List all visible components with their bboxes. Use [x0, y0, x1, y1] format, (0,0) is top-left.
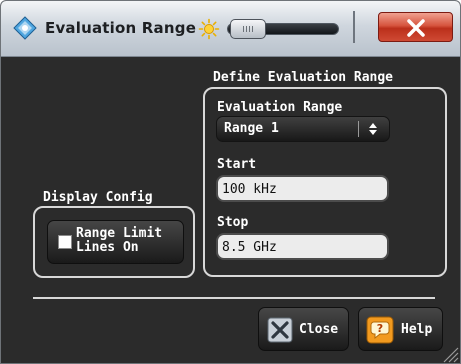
resize-grip-icon[interactable] [441, 345, 459, 363]
define-evaluation-range-title: Define Evaluation Range [211, 70, 396, 86]
stop-label: Stop [217, 215, 249, 230]
stop-field[interactable] [216, 233, 389, 260]
select-separator [358, 121, 359, 137]
evaluation-range-select[interactable]: Range 1 [216, 116, 390, 142]
slider-thumb[interactable] [230, 19, 266, 39]
title-separator [353, 11, 355, 43]
close-button-label: Close [299, 322, 339, 337]
close-x-icon [267, 317, 293, 343]
sun-icon[interactable] [198, 18, 220, 40]
stop-input[interactable] [222, 237, 382, 257]
window-close-button[interactable] [378, 12, 453, 42]
transparency-slider[interactable] [227, 19, 339, 39]
display-config-title: Display Config [41, 190, 155, 206]
help-button-label: Help [401, 322, 433, 337]
up-down-arrows-icon[interactable] [365, 121, 381, 137]
start-label: Start [217, 157, 257, 172]
title-bar[interactable]: Evaluation Range [1, 1, 460, 57]
diamond-app-icon [13, 16, 37, 40]
checkbox-box[interactable] [58, 235, 72, 249]
evaluation-range-dialog: Evaluation Range Define Evaluation Range… [0, 0, 461, 364]
svg-text:?: ? [377, 322, 383, 335]
help-question-icon: ? [366, 316, 394, 344]
range-limit-lines-checkbox[interactable]: Range Limit Lines On [47, 220, 184, 264]
start-field[interactable] [216, 175, 389, 202]
range-limit-lines-label: Range Limit Lines On [76, 226, 163, 255]
help-button[interactable]: ? Help [358, 307, 443, 351]
close-button[interactable]: Close [258, 307, 349, 351]
divider [33, 297, 435, 299]
start-input[interactable] [222, 179, 382, 199]
close-x-icon [407, 19, 425, 37]
window-title: Evaluation Range [45, 19, 197, 37]
evaluation-range-label: Evaluation Range [217, 100, 343, 115]
evaluation-range-value: Range 1 [224, 121, 279, 136]
